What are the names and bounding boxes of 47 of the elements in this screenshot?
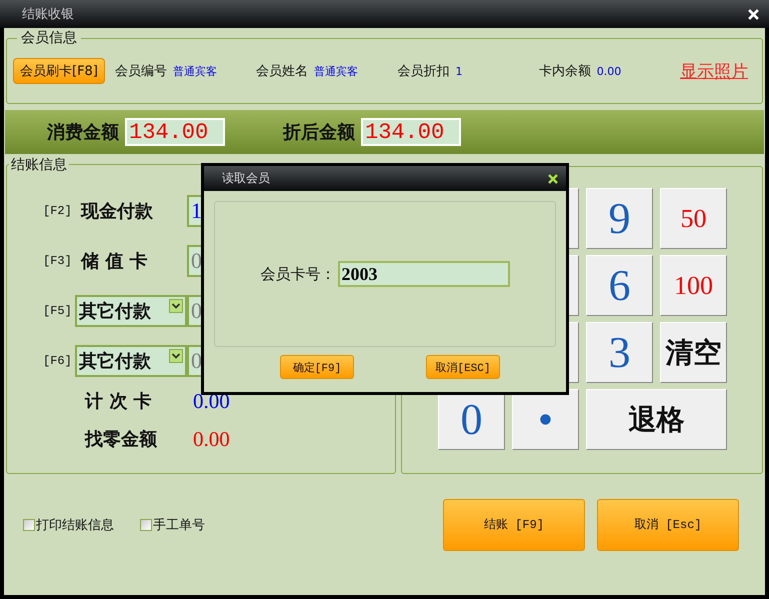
keypad-key[interactable]: 3 bbox=[586, 322, 653, 383]
field-value: 普通宾客 bbox=[314, 64, 358, 79]
cancel-button[interactable]: 取消[ESC] bbox=[426, 355, 500, 379]
checkbox[interactable] bbox=[140, 518, 152, 530]
keypad-key[interactable]: 清空 bbox=[660, 322, 727, 383]
checkbox-label: 打印结账信息 bbox=[36, 516, 114, 534]
card-number-label: 会员卡号： bbox=[260, 264, 336, 284]
shortcut-label: [F3] bbox=[43, 254, 73, 268]
panel-legend: 结账信息 bbox=[9, 156, 69, 174]
dialog-title: 读取会员 bbox=[222, 170, 270, 187]
shortcut-label: [F6] bbox=[43, 354, 73, 368]
caret-icon bbox=[169, 299, 183, 313]
panel-legend: 会员信息 bbox=[17, 29, 81, 47]
keypad-key[interactable]: 6 bbox=[586, 255, 653, 316]
field-value: 1 bbox=[455, 65, 462, 78]
keypad-key[interactable]: • bbox=[512, 389, 579, 450]
shortcut-label: [F5] bbox=[43, 304, 73, 318]
caret-icon bbox=[169, 349, 183, 363]
swipe-card-button[interactable]: 会员刷卡[F8] bbox=[13, 58, 105, 84]
payment-label: 现金付款 bbox=[80, 200, 154, 223]
checkbox-label: 手工单号 bbox=[153, 516, 205, 534]
amount-label: 消费金额 bbox=[47, 121, 119, 144]
amount-label: 折后金额 bbox=[283, 121, 355, 144]
close-icon[interactable] bbox=[548, 174, 558, 184]
cancel-button[interactable]: 取消 [Esc] bbox=[597, 498, 739, 550]
field-label: 卡内余额 bbox=[538, 63, 591, 80]
total-label: 找零金额 bbox=[85, 428, 158, 451]
window-title: 结账收银 bbox=[22, 6, 74, 23]
total-value: 0.00 bbox=[193, 426, 230, 452]
field-value: 0.00 bbox=[596, 65, 622, 78]
shortcut-label: [F2] bbox=[43, 204, 73, 218]
field-value: 普通宾客 bbox=[172, 64, 217, 79]
checkbox[interactable] bbox=[23, 518, 35, 530]
amount-field: 134.00 bbox=[125, 118, 225, 146]
checkout-button[interactable]: 结账 [F9] bbox=[443, 498, 585, 550]
card-number-field[interactable]: 2003 bbox=[338, 261, 510, 287]
total-label: 计 次 卡 bbox=[85, 390, 153, 413]
field-label: 会员编号 bbox=[114, 63, 167, 80]
amount-field: 134.00 bbox=[361, 118, 461, 146]
payment-type-dropdown[interactable]: 其它付款 bbox=[75, 295, 187, 327]
confirm-button[interactable]: 确定[F9] bbox=[280, 355, 354, 379]
payment-type-dropdown[interactable]: 其它付款 bbox=[75, 345, 187, 377]
keypad-key[interactable]: 退格 bbox=[586, 389, 727, 450]
payment-label: 储 值 卡 bbox=[80, 250, 149, 273]
keypad-key[interactable]: 9 bbox=[586, 188, 653, 249]
field-label: 会员姓名 bbox=[256, 63, 308, 80]
field-label: 会员折扣 bbox=[397, 63, 450, 80]
